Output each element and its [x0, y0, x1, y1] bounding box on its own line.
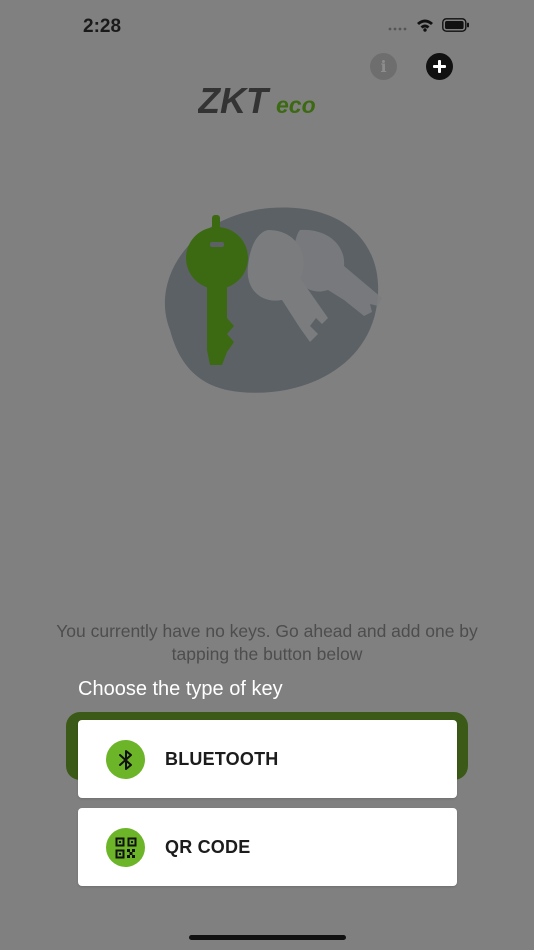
info-icon: i: [380, 57, 387, 76]
zkteco-logo: ZKT eco: [197, 80, 338, 121]
signal-icon: [388, 19, 408, 37]
status-bar: 2:28: [0, 0, 534, 52]
bluetooth-option[interactable]: BLUETOOTH: [78, 720, 457, 798]
empty-keys-message: You currently have no keys. Go ahead and…: [56, 621, 478, 664]
keys-illustration: [150, 200, 385, 400]
add-key-button[interactable]: [426, 53, 453, 80]
sheet-title: Choose the type of key: [78, 678, 283, 700]
wifi-icon: [416, 18, 434, 37]
home-indicator[interactable]: [189, 935, 346, 940]
battery-icon: [442, 18, 470, 37]
logo-eco-text: eco: [276, 92, 316, 118]
qr-code-icon: [106, 828, 145, 867]
bluetooth-option-label: BLUETOOTH: [165, 749, 279, 769]
qr-code-option[interactable]: QR CODE: [78, 808, 457, 886]
logo-zk-text: ZKT: [198, 80, 271, 118]
status-time: 2:28: [83, 16, 122, 37]
qr-code-option-label: QR CODE: [165, 837, 251, 857]
info-button[interactable]: i: [370, 53, 397, 80]
bluetooth-icon: [106, 740, 145, 779]
status-icons: [388, 18, 470, 37]
